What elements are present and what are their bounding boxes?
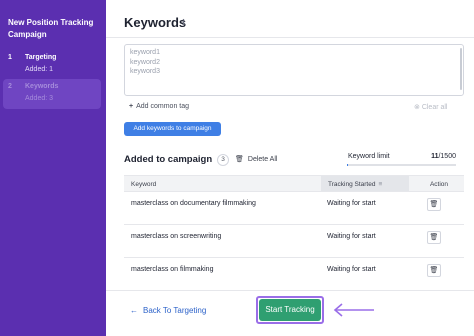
trash-icon: 🗑	[429, 267, 439, 274]
clear-all-label: Clear all	[421, 104, 448, 111]
clear-all-button[interactable]: ⊗ Clear all	[414, 103, 448, 111]
status-cell: Waiting for start	[327, 233, 376, 240]
back-to-targeting-link[interactable]: ← Back To Targeting	[130, 306, 206, 315]
textarea-scrollbar[interactable]	[460, 48, 462, 90]
step-added-count: Added: 1	[25, 66, 54, 73]
arrow-left-icon: ←	[130, 306, 138, 315]
add-tag-label: Add common tag	[136, 103, 190, 110]
delete-all-label: Delete All	[247, 156, 278, 163]
keywords-table: Keyword Tracking Started ≡ Action masterc…	[124, 175, 464, 291]
campaign-title: New Position Tracking Campaign	[8, 18, 94, 39]
trash-icon: 🗑	[429, 201, 439, 208]
status-cell: Waiting for start	[327, 200, 376, 207]
column-header-tracking-started[interactable]: Tracking Started ≡	[321, 176, 409, 191]
page-title: Keywords	[124, 15, 187, 30]
trash-icon: 🗑	[235, 156, 244, 163]
delete-all-button[interactable]: 🗑 Delete All	[235, 155, 277, 163]
plus-icon: +	[129, 103, 134, 110]
pointer-arrow-icon	[333, 303, 374, 317]
footer: ← Back To Targeting Start Tracking	[106, 290, 474, 336]
delete-row-button[interactable]: 🗑	[427, 264, 441, 277]
sort-icon: ≡	[378, 181, 383, 188]
keyword-limit-value: 11/1500	[424, 153, 456, 160]
step-keywords[interactable]: 2 Keywords Added: 3	[3, 79, 101, 109]
keyword-cell: masterclass on screenwriting	[131, 233, 222, 240]
clear-icon: ⊗	[414, 104, 422, 111]
table-row: masterclass on screenwriting Waiting for…	[124, 225, 464, 258]
delete-row-button[interactable]: 🗑	[427, 231, 441, 244]
keyword-limit-total: /1500	[438, 153, 456, 160]
info-icon[interactable]: ℹ	[182, 18, 185, 27]
keywords-textarea[interactable]: keyword1 keyword2 keyword3	[124, 44, 464, 96]
keyword-placeholder-line: keyword3	[130, 68, 160, 75]
delete-row-button[interactable]: 🗑	[427, 198, 441, 211]
keyword-limit-label: Keyword limit	[348, 153, 390, 160]
tracking-started-label: Tracking Started	[328, 181, 376, 188]
table-row: masterclass on documentary filmmaking Wa…	[124, 192, 464, 225]
added-count-badge: 3	[217, 154, 229, 166]
step-label: Targeting	[25, 54, 57, 61]
step-targeting[interactable]: 1 Targeting Added: 1	[0, 50, 106, 80]
back-label: Back To Targeting	[143, 306, 207, 315]
main-panel: Keywords ℹ keyword1 keyword2 keyword3 + A…	[106, 0, 474, 336]
step-label: Keywords	[25, 83, 59, 90]
keyword-limit-bar	[347, 164, 456, 166]
table-header: Keyword Tracking Started ≡ Action	[124, 175, 464, 192]
step-number: 2	[8, 83, 12, 90]
header: Keywords ℹ	[106, 0, 474, 38]
keyword-limit-fill	[347, 164, 348, 166]
column-header-action: Action	[429, 181, 449, 188]
keyword-cell: masterclass on filmmaking	[131, 266, 214, 273]
add-keywords-button[interactable]: Add keywords to campaign	[124, 122, 221, 136]
keyword-placeholder-line: keyword1	[130, 49, 160, 56]
added-section-title: Added to campaign	[124, 154, 213, 165]
trash-icon: 🗑	[429, 234, 439, 241]
column-header-keyword: Keyword	[131, 181, 157, 188]
step-added-count: Added: 3	[25, 95, 54, 102]
start-tracking-button[interactable]: Start Tracking	[259, 299, 321, 321]
add-common-tag-button[interactable]: + Add common tag	[129, 103, 189, 110]
keyword-placeholder-line: keyword2	[130, 58, 160, 66]
table-row: masterclass on filmmaking Waiting for st…	[124, 258, 464, 291]
step-number: 1	[8, 54, 12, 61]
sidebar: New Position Tracking Campaign 1 Targeti…	[0, 0, 106, 336]
status-cell: Waiting for start	[327, 266, 376, 273]
keyword-cell: masterclass on documentary filmmaking	[131, 200, 256, 207]
